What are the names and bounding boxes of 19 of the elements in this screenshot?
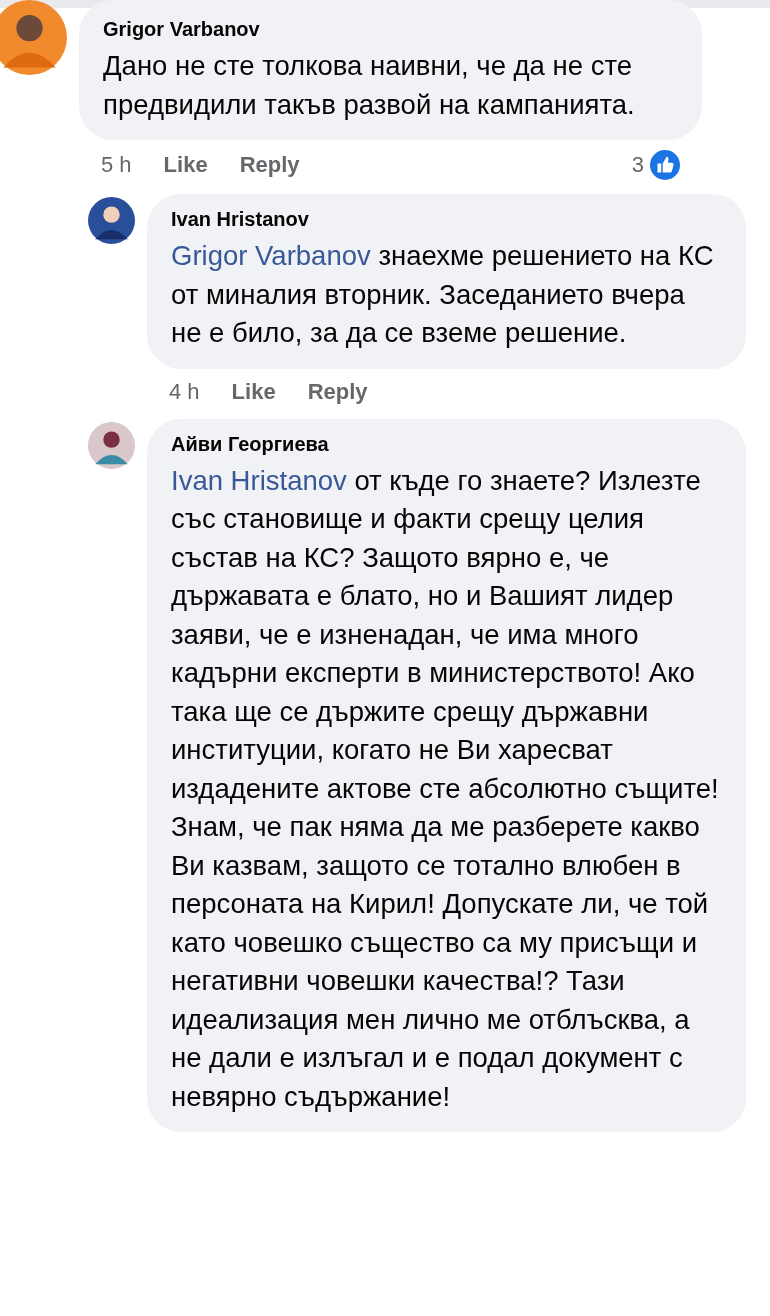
avatar-icon: [88, 421, 135, 469]
author-name: Grigor Varbanov: [103, 18, 261, 41]
action-link[interactable]: Like: [163, 152, 208, 178]
comment-text: Ivan Hristanov от къде го знаете? Излезте със становище и факти срещу целия състав на КС? Защото вярно е, че държавата е блато, но и Вашият лидер заяви, че е изненадан, че има много кадърни експерти в министерството! Ако така ще се държите срещу държавни институции, когато не Ви харесват издадените актове сте абсолютно същите! Знам, че пак няма да ме разберете какво Ви казвам, защото се тотално влюбен в персоната на Кирил! Допускате ли, че той като човешко същество са му присъщи и негативни човешки качества!? Тази идеализация мен лично ме отблъсква, а не дали е излъгал и е подал документ с невярно съдържание!: [171, 463, 720, 1114]
mention-link[interactable]: Grigor Varbanov: [171, 240, 371, 271]
like-icon[interactable]: [650, 150, 680, 180]
author-name: Ivan Hristanov: [171, 208, 310, 231]
avatar-icon: [0, 0, 67, 75]
reaction-count: 3: [631, 152, 644, 178]
action-link[interactable]: Like: [231, 378, 276, 405]
mention-link[interactable]: Ivan Hristanov: [171, 464, 347, 496]
avatar-icon: [88, 197, 135, 244]
author-name: Айви Георгиева: [171, 432, 330, 456]
timestamp: 5 h: [101, 152, 132, 178]
comment-text: Дано не сте толкова наивни, че да не сте предвидили такъв развой на кампанията.: [103, 49, 636, 122]
action-link[interactable]: Reply: [307, 378, 368, 405]
timestamp: 4 h: [169, 378, 200, 405]
comment-text: Grigor Varbanov знаехме решението на КС от миналия вторник. Заседанието вчера не е било, за да се вземе решение.: [171, 239, 715, 350]
action-link[interactable]: Reply: [239, 152, 300, 178]
